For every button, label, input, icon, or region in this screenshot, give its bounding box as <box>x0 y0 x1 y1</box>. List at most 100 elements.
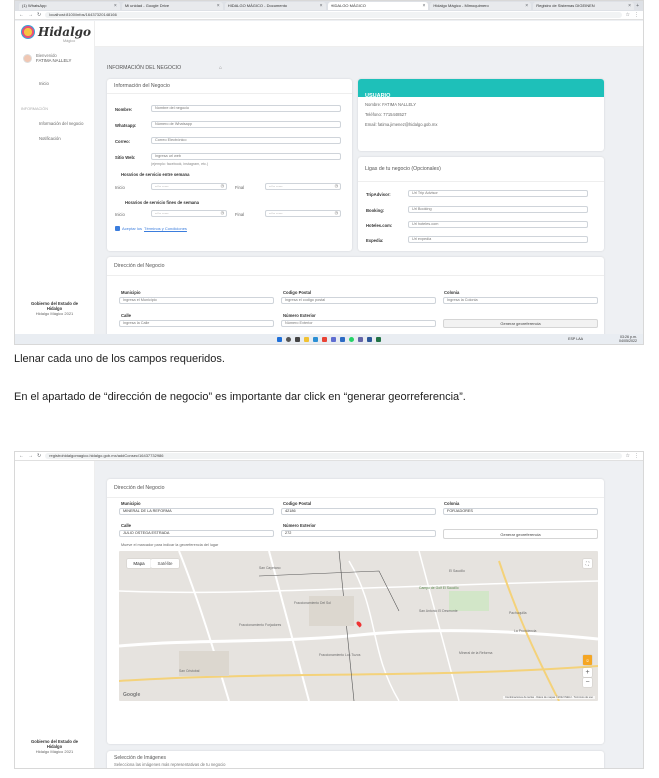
calle-input[interactable]: Ingresa la Calle <box>119 320 274 327</box>
numero-input[interactable]: 272 <box>281 530 436 537</box>
forward-icon[interactable]: → <box>28 12 33 18</box>
map-type-mapa[interactable]: Mapa <box>127 559 151 568</box>
close-icon[interactable]: × <box>320 2 323 10</box>
edge-icon[interactable] <box>313 336 318 342</box>
star-icon[interactable]: ☆ <box>626 453 630 459</box>
excel-icon[interactable] <box>376 336 381 342</box>
browser-tab[interactable]: (1) WhatsApp × <box>19 2 120 10</box>
zoom-in-icon[interactable]: + <box>583 668 592 677</box>
clock-date: 04/05/2022 <box>619 339 637 343</box>
back-icon[interactable]: ← <box>19 12 24 18</box>
menu-icon[interactable]: ⋮ <box>634 453 639 459</box>
terms-prefix: Aceptar los <box>122 226 143 231</box>
new-tab-icon[interactable]: + <box>636 3 639 9</box>
hoteles-input[interactable]: Url hoteles.com <box>408 221 588 228</box>
clock-icon[interactable]: ◷ <box>335 184 338 189</box>
app-area: Gobierno del Estado de Hidalgo Hidalgo M… <box>15 461 643 768</box>
zoom-out-icon[interactable]: − <box>583 678 592 687</box>
tray-language[interactable]: ESP LAA <box>568 337 583 341</box>
store-icon[interactable] <box>331 336 336 342</box>
generate-georef-button[interactable]: Generar georeferencia <box>443 319 598 328</box>
calle-input[interactable]: JULIO OSTEGA ESTRADA <box>119 530 274 537</box>
images-card: Selección de Imágenes Selecciona las imá… <box>107 751 604 768</box>
card-title: Ligas de tu negocio (Opcionales) <box>358 157 604 182</box>
close-icon[interactable]: × <box>628 2 631 10</box>
weekend-end-input[interactable]: --:-- ----- ◷ <box>265 210 341 217</box>
windows-start-icon[interactable] <box>277 336 282 342</box>
browser-tab-active[interactable]: HIDALGO MÁGICO × <box>327 2 429 10</box>
search-icon[interactable] <box>286 336 291 342</box>
clock-icon[interactable]: ◷ <box>221 211 224 216</box>
nombre-input[interactable]: Nombre del negocio <box>151 105 341 112</box>
url-input[interactable]: localhost:8100/infos/16437320148166 <box>45 12 622 18</box>
clock-icon[interactable]: ◷ <box>221 184 224 189</box>
browser-tab[interactable]: HIDALGO MÁGICO - Documento × <box>224 2 326 10</box>
map-view[interactable]: Mapa Satélite ⛶ San Cayetano El Saucillo… <box>119 551 598 701</box>
sidebar: Gobierno del Estado de Hidalgo Hidalgo M… <box>15 461 95 768</box>
municipio-input[interactable]: MINERAL DE LA REFORMA <box>119 508 274 515</box>
star-icon[interactable]: ☆ <box>626 12 630 18</box>
mail-icon[interactable] <box>340 336 345 342</box>
nav-info-negocio[interactable]: Información del negocio <box>39 121 83 126</box>
sitio-input[interactable]: Ingresa url web <box>151 153 341 160</box>
nav-inicio[interactable]: Inicio <box>39 81 49 86</box>
close-icon[interactable]: × <box>114 2 117 10</box>
card-title: Información del Negocio <box>107 79 352 94</box>
weekday-end-input[interactable]: --:-- ----- ◷ <box>265 183 341 190</box>
cp-input[interactable]: Ingresa el codigo postal <box>281 297 436 304</box>
colonia-input[interactable]: Ingresa la Colonia <box>443 297 598 304</box>
card-title: Dirección del Negocio <box>107 257 604 276</box>
terms-checkbox[interactable] <box>115 226 120 231</box>
close-icon[interactable]: × <box>525 2 528 10</box>
correo-input[interactable]: Correo Electrónico <box>151 137 341 144</box>
forward-icon[interactable]: → <box>28 453 33 459</box>
generate-georef-button[interactable]: Generar georeferencia <box>443 529 598 539</box>
tray-clock[interactable]: 03:26 p.m. 04/05/2022 <box>619 335 637 343</box>
expedia-input[interactable]: Url expedia <box>408 236 588 243</box>
teams-icon[interactable] <box>358 336 363 342</box>
user-telefono: Teléfono: 7715448527 <box>365 112 407 117</box>
tripadvisor-input[interactable]: Url Trip Advisor <box>408 190 588 197</box>
calle-label: Calle <box>121 523 132 528</box>
task-view-icon[interactable] <box>295 336 300 342</box>
whatsapp-icon[interactable] <box>349 336 354 342</box>
reload-icon[interactable]: ↻ <box>37 453 41 459</box>
cp-label: Codigo Postal <box>283 290 312 295</box>
logo-subtext: Mágico <box>63 39 76 43</box>
user-card-header: USUARIO <box>358 79 604 99</box>
avatar[interactable] <box>23 54 32 63</box>
map-type-satelite[interactable]: Satélite <box>151 559 179 568</box>
terms-row: Aceptar los Términos y Condiciones <box>115 226 187 231</box>
user-card: USUARIO Nombre: FATIMA NALLELY Teléfono:… <box>358 79 604 151</box>
numero-input[interactable]: Número Exterior <box>281 320 436 327</box>
map-place-label: La Providencia <box>514 629 537 633</box>
back-icon[interactable]: ← <box>19 453 24 459</box>
pegman-icon[interactable]: ☺ <box>583 655 592 665</box>
nav-notificacion[interactable]: Notificación <box>39 136 61 141</box>
chrome-icon[interactable] <box>322 336 327 342</box>
browser-tab[interactable]: Registro de Sistemas DIGEINEN × <box>533 2 635 10</box>
url-input[interactable]: registrohidalgomagico.hidalgo.gob.mx/add… <box>45 453 622 459</box>
cp-input[interactable]: 42186 <box>281 508 436 515</box>
reload-icon[interactable]: ↻ <box>37 12 41 18</box>
sidebar-footer: Gobierno del Estado de Hidalgo Hidalgo M… <box>15 739 94 754</box>
explorer-icon[interactable] <box>304 336 309 342</box>
whatsapp-input[interactable]: Número de Whatsapp <box>151 121 341 128</box>
close-icon[interactable]: × <box>217 2 220 10</box>
colonia-input[interactable]: FORJADORES <box>443 508 598 515</box>
browser-tab[interactable]: Mi unidad - Google Drive × <box>121 2 223 10</box>
municipio-input[interactable]: Ingresa el Municipio <box>119 297 274 304</box>
user-email: Email: fatima.jimenez@hidalgo.gob.mx <box>365 122 438 127</box>
booking-input[interactable]: Url Booking <box>408 206 588 213</box>
terms-link[interactable]: Términos y Condiciones <box>144 226 187 231</box>
map-place-label: Campo de Golf El Saucillo <box>419 586 459 590</box>
clock-icon[interactable]: ◷ <box>335 211 338 216</box>
weekday-start-input[interactable]: --:-- ----- ◷ <box>151 183 227 190</box>
weekend-start-input[interactable]: --:-- ----- ◷ <box>151 210 227 217</box>
menu-icon[interactable]: ⋮ <box>634 12 639 18</box>
browser-tab[interactable]: Hidalgo Mágico - Mimoquimero × <box>430 2 532 10</box>
colonia-label: Colonia <box>444 290 460 295</box>
close-icon[interactable]: × <box>422 2 425 10</box>
word-icon[interactable] <box>367 336 372 342</box>
fullscreen-icon[interactable]: ⛶ <box>583 559 592 568</box>
